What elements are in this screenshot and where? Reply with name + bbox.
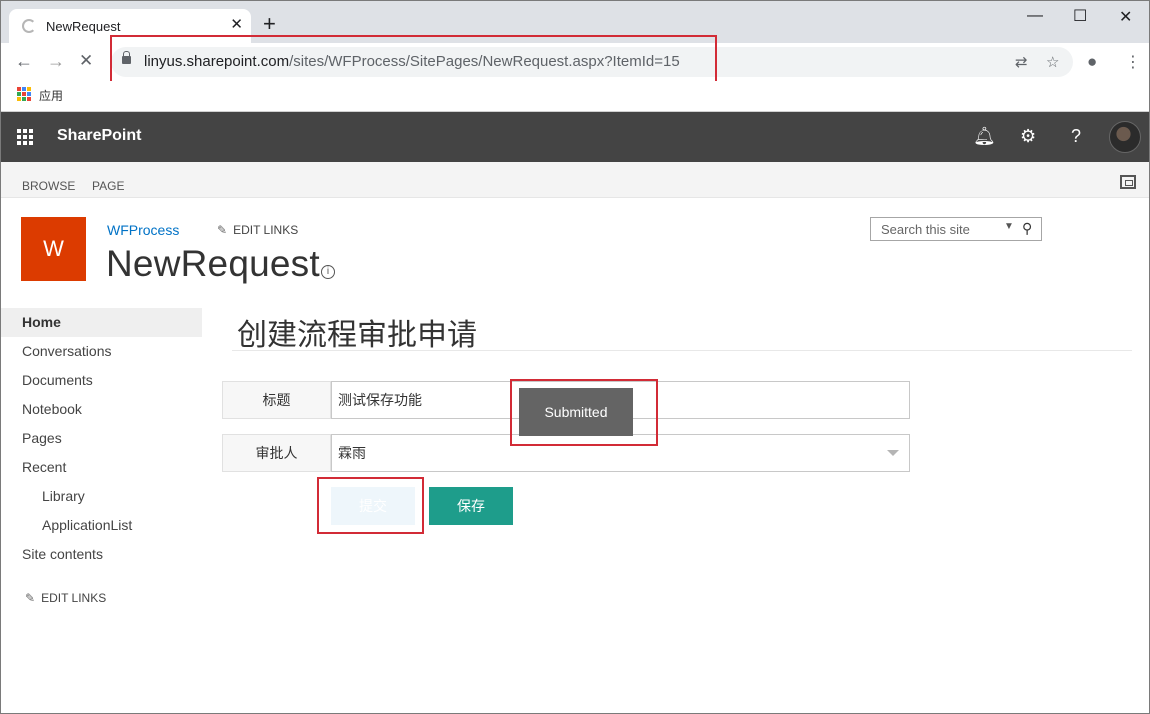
browser-toolbar: ← → ✕ linyus.sharepoint.com/sites/WFProc…: [1, 43, 1149, 81]
close-tab-icon[interactable]: ✕: [230, 15, 243, 33]
user-avatar[interactable]: [1109, 121, 1141, 153]
pencil-icon: ✎: [25, 591, 36, 605]
title-field-label: 标题: [222, 381, 331, 419]
edit-links-left-button[interactable]: ✎ EDIT LINKS: [25, 591, 106, 605]
notifications-bell-icon[interactable]: 🔔︎: [973, 126, 996, 147]
bookmark-star-icon[interactable]: ☆: [1046, 53, 1059, 71]
approver-selected-value: 霖雨: [338, 445, 366, 461]
apps-grid-icon[interactable]: [17, 87, 31, 101]
brand-name[interactable]: SharePoint: [57, 127, 141, 145]
ribbon: BROWSE PAGE: [1, 162, 1149, 198]
url-text[interactable]: linyus.sharepoint.com/sites/WFProcess/Si…: [144, 53, 680, 70]
close-window-icon[interactable]: ✕: [1119, 7, 1132, 27]
nav-item-documents[interactable]: Documents: [1, 366, 202, 395]
submitted-toast: Submitted: [519, 388, 633, 436]
ribbon-tab-browse[interactable]: BROWSE: [22, 179, 75, 193]
address-bar[interactable]: linyus.sharepoint.com/sites/WFProcess/Si…: [111, 47, 1073, 77]
form-heading: 创建流程审批申请: [237, 319, 477, 352]
browser-window: NewRequest ✕ + — ☐ ✕ ← → ✕ linyus.sharep…: [0, 0, 1150, 714]
suite-bar: SharePoint 🔔︎ ⚙ ?: [1, 112, 1149, 162]
stop-loading-icon[interactable]: ✕: [79, 51, 93, 71]
focus-mode-icon[interactable]: [1120, 175, 1136, 189]
nav-item-applicationlist[interactable]: ApplicationList: [1, 511, 202, 540]
left-navigation: Home Conversations Documents Notebook Pa…: [1, 308, 202, 569]
tab-strip: NewRequest ✕ + — ☐ ✕: [1, 1, 1149, 43]
browser-tab[interactable]: NewRequest ✕: [9, 9, 251, 43]
page-title: NewRequest: [106, 243, 320, 284]
nav-item-recent[interactable]: Recent: [1, 453, 202, 482]
app-launcher-icon[interactable]: [17, 129, 33, 145]
edit-links-top-button[interactable]: ✎ EDIT LINKS: [217, 223, 298, 237]
nav-item-library[interactable]: Library: [1, 482, 202, 511]
search-icon[interactable]: ⚲: [1022, 220, 1032, 237]
settings-gear-icon[interactable]: ⚙: [1020, 126, 1036, 147]
site-search-box: ▼ ⚲: [870, 217, 1042, 241]
profile-icon[interactable]: ●: [1087, 52, 1097, 72]
new-tab-icon[interactable]: +: [263, 13, 276, 35]
lock-icon: [122, 51, 131, 64]
pencil-icon: ✎: [217, 223, 228, 237]
translate-icon[interactable]: ⇄: [1015, 53, 1028, 71]
bookmarks-bar: 应用: [1, 81, 1149, 112]
loading-spinner-icon: [22, 19, 36, 33]
site-name-link[interactable]: WFProcess: [107, 222, 179, 238]
save-button[interactable]: 保存: [429, 487, 513, 525]
help-icon[interactable]: ?: [1071, 126, 1081, 147]
nav-item-home[interactable]: Home: [1, 308, 202, 337]
apps-shortcut-label[interactable]: 应用: [39, 87, 63, 104]
site-logo[interactable]: W: [21, 217, 86, 281]
nav-item-conversations[interactable]: Conversations: [1, 337, 202, 366]
info-icon[interactable]: i: [321, 265, 335, 279]
ribbon-tab-page[interactable]: PAGE: [92, 179, 124, 193]
search-scope-dropdown-icon[interactable]: ▼: [1004, 221, 1014, 232]
tab-title: NewRequest: [46, 19, 121, 34]
nav-item-pages[interactable]: Pages: [1, 424, 202, 453]
back-icon[interactable]: ←: [15, 51, 33, 72]
approver-select[interactable]: 霖雨: [331, 434, 910, 472]
nav-item-notebook[interactable]: Notebook: [1, 395, 202, 424]
chevron-down-icon: [887, 450, 899, 456]
nav-item-site-contents[interactable]: Site contents: [1, 540, 202, 569]
forward-icon[interactable]: →: [47, 51, 65, 72]
heading-divider: [232, 350, 1132, 351]
browser-menu-icon[interactable]: ⋮: [1125, 52, 1141, 72]
minimize-icon[interactable]: —: [1027, 7, 1043, 25]
submit-button[interactable]: 提交: [331, 487, 415, 525]
search-input[interactable]: [871, 218, 997, 240]
approver-field-label: 审批人: [222, 434, 331, 472]
maximize-icon[interactable]: ☐: [1073, 6, 1087, 26]
